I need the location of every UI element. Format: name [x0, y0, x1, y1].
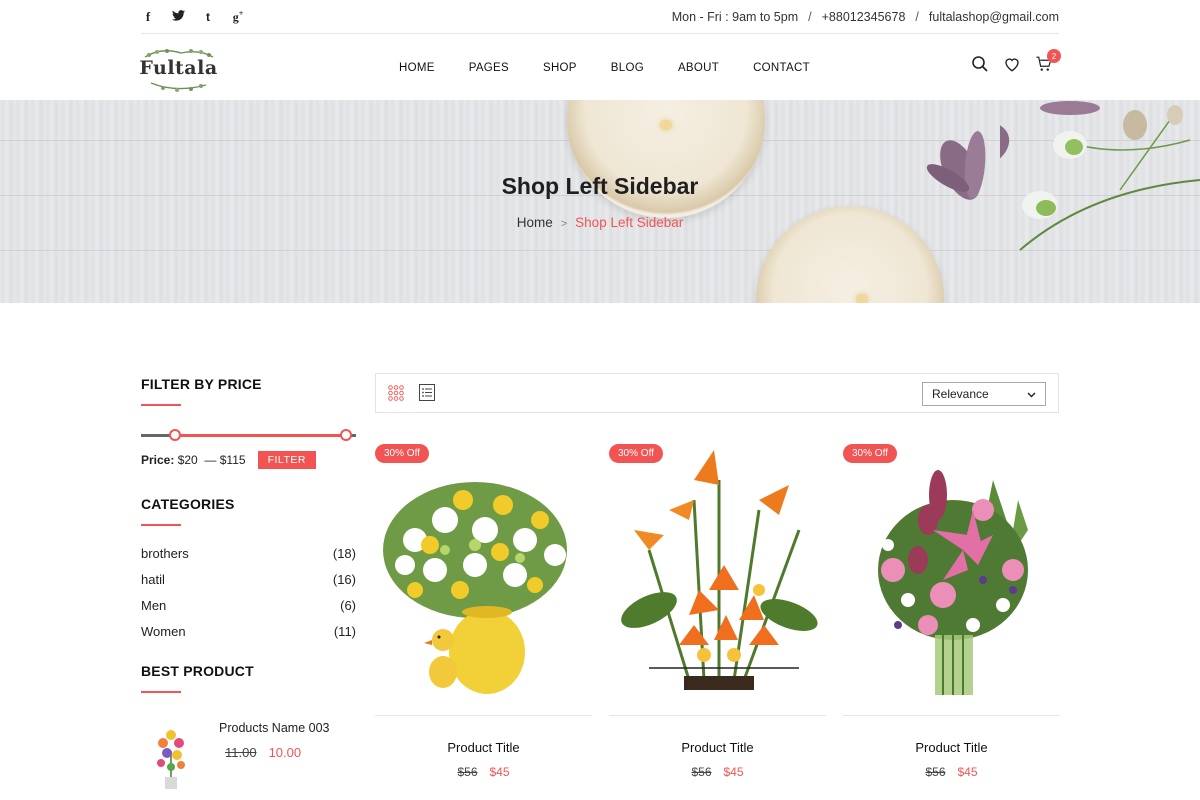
slider-range	[175, 434, 346, 437]
category-name: Men	[141, 597, 167, 613]
google-plus-icon[interactable]: g+	[231, 9, 245, 25]
title-underline	[141, 524, 181, 526]
logo-text: Fultala	[139, 56, 218, 79]
nav-contact[interactable]: CONTACT	[753, 62, 810, 74]
shop-toolbar: Relevance	[375, 373, 1059, 413]
product-new-price: $45	[489, 765, 510, 779]
best-product-image[interactable]	[141, 721, 201, 791]
product-new-price: $45	[723, 765, 744, 779]
page-banner: Shop Left Sidebar Home > Shop Left Sidebar	[0, 100, 1200, 303]
product-title[interactable]: Product Title	[375, 740, 592, 755]
breadcrumb-separator: >	[560, 218, 568, 230]
discount-badge: 30% Off	[609, 444, 663, 463]
product-title[interactable]: Product Title	[609, 740, 826, 755]
business-hours: Mon - Fri : 9am to 5pm	[671, 9, 799, 24]
best-product-title: BEST PRODUCT	[141, 663, 254, 679]
category-item[interactable]: hatil (16)	[141, 566, 356, 592]
nav-blog[interactable]: BLOG	[611, 62, 644, 74]
twitter-icon[interactable]	[171, 9, 185, 24]
breadcrumb: Home > Shop Left Sidebar	[0, 215, 1200, 230]
product-old-price: $56	[457, 765, 478, 779]
candle-flame	[856, 294, 868, 303]
category-count: (18)	[332, 545, 356, 561]
product-title[interactable]: Product Title	[843, 740, 1060, 755]
product-card[interactable]: 30% Off Product Title $56 $45	[843, 440, 1060, 800]
product-new-price: $45	[957, 765, 978, 779]
contact-info: Mon - Fri : 9am to 5pm / +88012345678 / …	[672, 10, 1059, 24]
category-name: Women	[141, 623, 186, 639]
chevron-down-icon	[1027, 387, 1036, 401]
price-max: $115	[219, 453, 246, 467]
header-actions: 2	[971, 49, 1061, 73]
phone-number[interactable]: +88012345678	[822, 10, 906, 24]
discount-badge: 30% Off	[375, 444, 429, 463]
cart-icon[interactable]: 2	[1035, 49, 1061, 73]
slider-min-handle[interactable]	[169, 429, 181, 441]
category-count: (16)	[332, 571, 356, 587]
nav-pages[interactable]: PAGES	[469, 62, 509, 74]
title-underline	[141, 404, 181, 406]
slider-max-handle[interactable]	[340, 429, 352, 441]
product-old-price: $56	[925, 765, 946, 779]
product-price: $56 $45	[609, 765, 826, 779]
categories-title: CATEGORIES	[141, 496, 235, 512]
category-name: hatil	[141, 571, 165, 587]
cart-count-badge: 2	[1047, 49, 1061, 63]
category-name: brothers	[141, 545, 189, 561]
sort-select[interactable]: Relevance	[922, 382, 1046, 406]
price-readout: Price: $20 — $115 FILTER	[141, 451, 356, 469]
email-address[interactable]: fultalashop@gmail.com	[929, 10, 1059, 24]
price-range-slider[interactable]	[141, 428, 356, 442]
product-card[interactable]: 30% Off Product Title $56 $45	[609, 440, 826, 800]
nav-shop[interactable]: SHOP	[543, 62, 577, 74]
product-card[interactable]: 30% Off Product Title $56 $45	[375, 440, 592, 800]
product-old-price: $56	[691, 765, 712, 779]
separator: /	[915, 9, 919, 24]
nav-home[interactable]: HOME	[399, 62, 435, 74]
best-product-item[interactable]: Products Name 003 11.00 10.00	[141, 721, 356, 791]
filter-button[interactable]: FILTER	[257, 451, 316, 469]
candle-flame	[660, 120, 672, 130]
grid-view-icon[interactable]	[388, 385, 404, 406]
price-label: Price:	[141, 453, 175, 467]
product-image[interactable]	[375, 440, 592, 716]
list-view-icon[interactable]	[419, 384, 435, 406]
price-dash: —	[204, 453, 217, 467]
shop-sidebar: FILTER BY PRICE Price: $20 — $115 FILTER…	[141, 376, 356, 791]
best-product-name[interactable]: Products Name 003	[219, 721, 329, 735]
separator: /	[808, 9, 812, 24]
breadcrumb-current: Shop Left Sidebar	[575, 215, 684, 230]
category-item[interactable]: Women (11)	[141, 618, 356, 644]
filter-price-title: FILTER BY PRICE	[141, 376, 262, 392]
heart-icon[interactable]	[1003, 55, 1021, 73]
product-price: $56 $45	[843, 765, 1060, 779]
price-min: $20	[177, 453, 198, 467]
product-price: $56 $45	[375, 765, 592, 779]
main-nav: HOME PAGES SHOP BLOG ABOUT CONTACT	[399, 35, 844, 100]
search-icon[interactable]	[971, 55, 989, 73]
category-item[interactable]: brothers (18)	[141, 540, 356, 566]
logo[interactable]: Fultala	[139, 43, 218, 93]
title-underline	[141, 691, 181, 693]
candle-image	[567, 100, 765, 218]
discount-badge: 30% Off	[843, 444, 897, 463]
facebook-icon[interactable]: f	[141, 9, 155, 25]
product-image[interactable]	[843, 440, 1060, 716]
nav-about[interactable]: ABOUT	[678, 62, 719, 74]
top-bar: f t g+ Mon - Fri : 9am to 5pm / +8801234…	[141, 0, 1059, 34]
category-count: (6)	[340, 597, 356, 613]
social-links: f t g+	[141, 9, 245, 25]
category-item[interactable]: Men (6)	[141, 592, 356, 618]
site-header: Fultala HOME PAGES SHOP BLOG ABOUT CONTA…	[139, 35, 1061, 100]
best-product-new-price: 10.00	[268, 745, 302, 760]
breadcrumb-home[interactable]: Home	[517, 215, 553, 230]
best-product-old-price: 11.00	[225, 745, 257, 760]
tumblr-icon[interactable]: t	[201, 10, 215, 24]
page-title: Shop Left Sidebar	[501, 173, 699, 199]
category-count: (11)	[333, 623, 356, 639]
sort-selected-value: Relevance	[932, 387, 989, 401]
product-image[interactable]	[609, 440, 826, 716]
